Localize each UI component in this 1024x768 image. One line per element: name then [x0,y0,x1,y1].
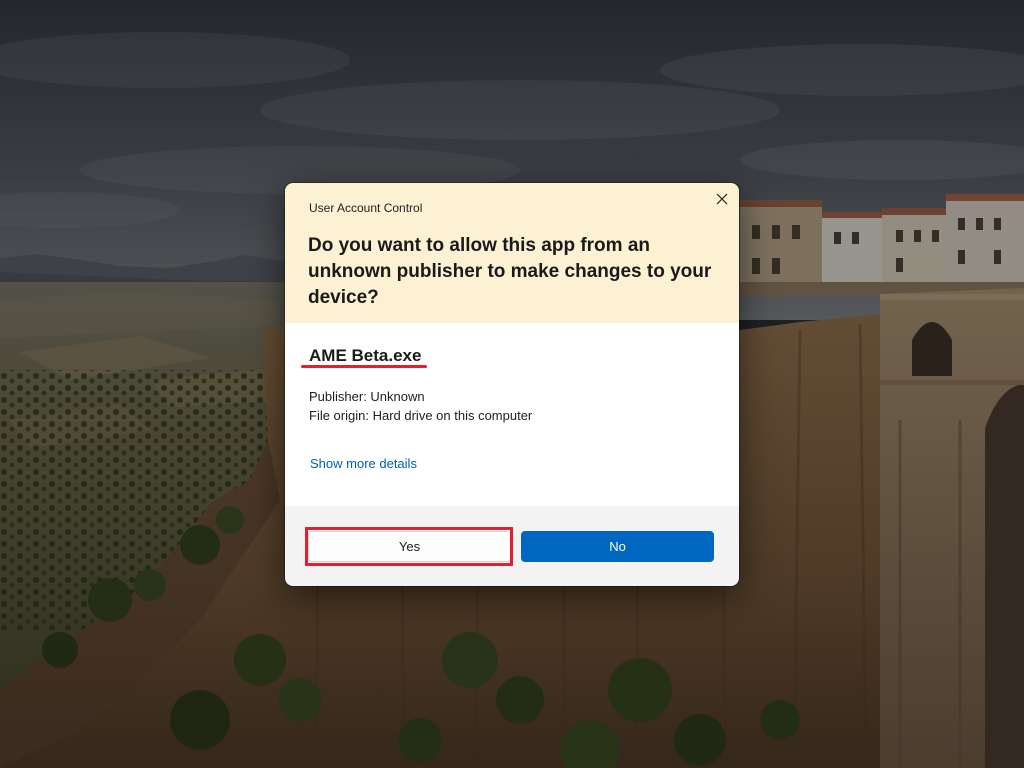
uac-dialog: User Account Control Do you want to allo… [285,183,739,586]
annotation-underline [301,365,427,368]
close-icon [716,193,727,205]
yes-button[interactable]: Yes [308,531,511,562]
publisher-text: Publisher: Unknown [309,389,425,404]
no-button[interactable]: No [521,531,714,562]
dialog-body: AME Beta.exe Publisher: Unknown File ori… [285,323,739,506]
dialog-caption: User Account Control [309,201,423,215]
file-origin-text: File origin: Hard drive on this computer [309,408,533,423]
dialog-footer: Yes No [285,506,739,586]
app-name: AME Beta.exe [309,346,422,365]
dialog-question: Do you want to allow this app from an un… [308,235,712,308]
show-more-details-link[interactable]: Show more details [310,454,417,474]
close-button[interactable] [705,184,738,214]
dialog-header: User Account Control Do you want to allo… [285,183,739,323]
